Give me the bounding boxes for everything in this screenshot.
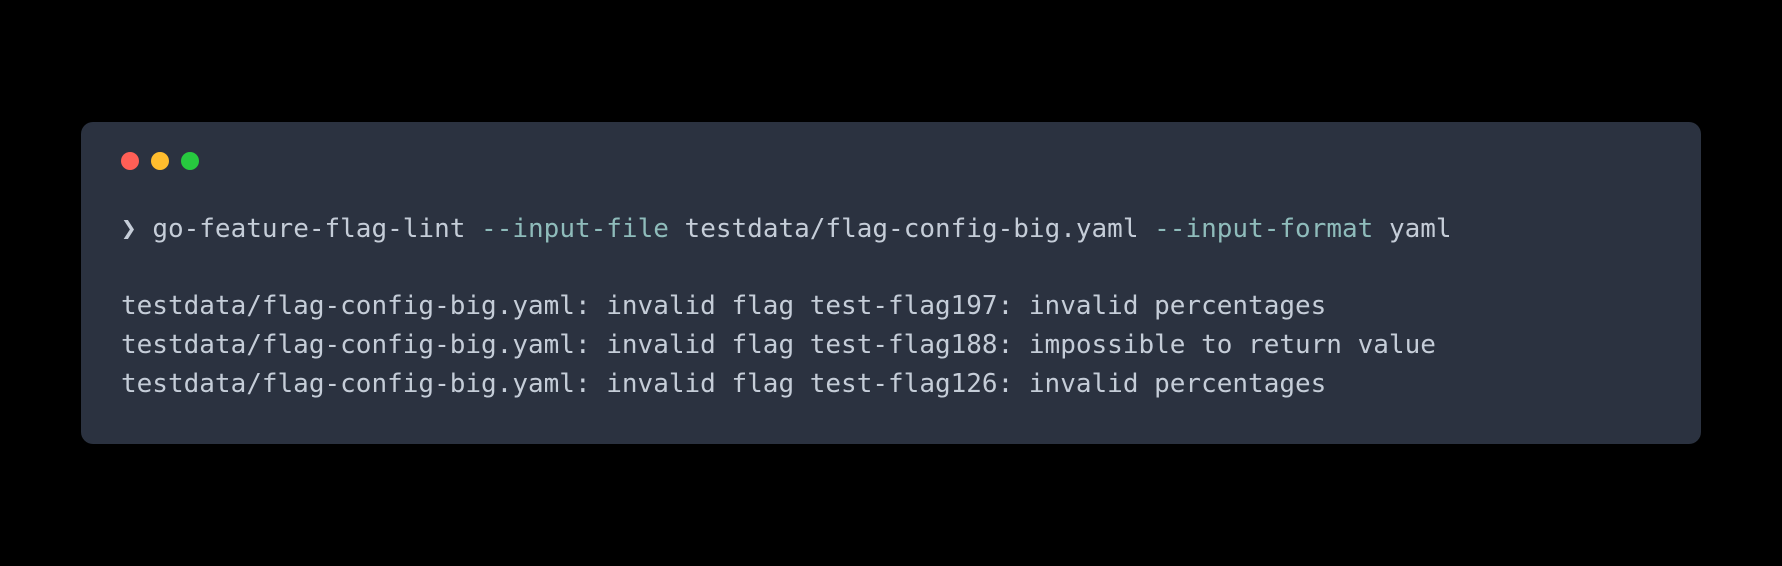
output-line: testdata/flag-config-big.yaml: invalid f…: [121, 287, 1661, 326]
terminal-content[interactable]: ❯ go-feature-flag-lint --input-file test…: [121, 210, 1661, 404]
command-flag-input-file: --input-file: [481, 214, 669, 244]
close-icon[interactable]: [121, 152, 139, 170]
command-executable: go-feature-flag-lint: [152, 214, 481, 244]
terminal-window: ❯ go-feature-flag-lint --input-file test…: [81, 122, 1701, 444]
prompt-symbol: ❯: [121, 214, 137, 244]
command-arg-input-file: testdata/flag-config-big.yaml: [669, 214, 1154, 244]
command-arg-input-format: yaml: [1373, 214, 1451, 244]
command-line: ❯ go-feature-flag-lint --input-file test…: [121, 210, 1661, 249]
window-controls: [121, 152, 1661, 170]
maximize-icon[interactable]: [181, 152, 199, 170]
terminal-output: testdata/flag-config-big.yaml: invalid f…: [121, 287, 1661, 404]
output-line: testdata/flag-config-big.yaml: invalid f…: [121, 326, 1661, 365]
minimize-icon[interactable]: [151, 152, 169, 170]
command-flag-input-format: --input-format: [1154, 214, 1373, 244]
output-line: testdata/flag-config-big.yaml: invalid f…: [121, 365, 1661, 404]
